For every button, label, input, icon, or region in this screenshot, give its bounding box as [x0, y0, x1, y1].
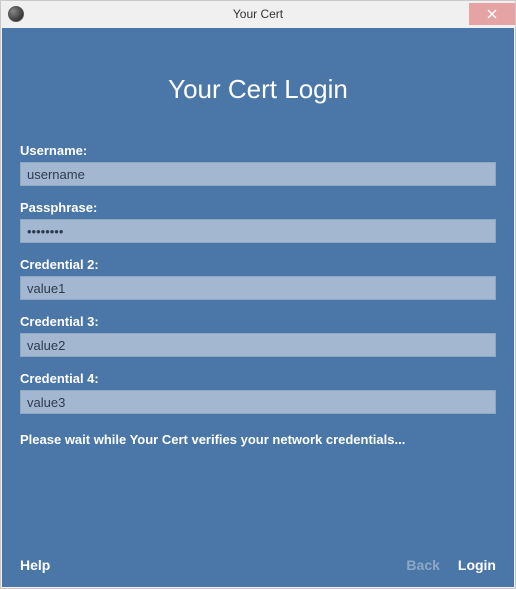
passphrase-label: Passphrase:: [20, 200, 496, 215]
username-input[interactable]: [20, 162, 496, 186]
window: Your Cert Your Cert Login Username: Pass…: [0, 0, 516, 589]
credential2-label: Credential 2:: [20, 257, 496, 272]
passphrase-input[interactable]: [20, 219, 496, 243]
status-message: Please wait while Your Cert verifies you…: [20, 432, 496, 447]
close-button[interactable]: [469, 3, 515, 25]
credential4-input[interactable]: [20, 390, 496, 414]
credential4-label: Credential 4:: [20, 371, 496, 386]
username-label: Username:: [20, 143, 496, 158]
credential2-input[interactable]: [20, 276, 496, 300]
footer: Help Back Login: [20, 557, 496, 573]
close-icon: [487, 9, 497, 19]
login-button[interactable]: Login: [458, 557, 496, 573]
back-button: Back: [406, 557, 439, 573]
help-link[interactable]: Help: [20, 557, 50, 573]
page-title: Your Cert Login: [20, 74, 496, 105]
titlebar: Your Cert: [1, 1, 515, 27]
window-title: Your Cert: [1, 7, 515, 21]
content-panel: Your Cert Login Username: Passphrase: Cr…: [2, 28, 514, 587]
credential3-label: Credential 3:: [20, 314, 496, 329]
app-icon: [8, 6, 24, 22]
credential3-input[interactable]: [20, 333, 496, 357]
